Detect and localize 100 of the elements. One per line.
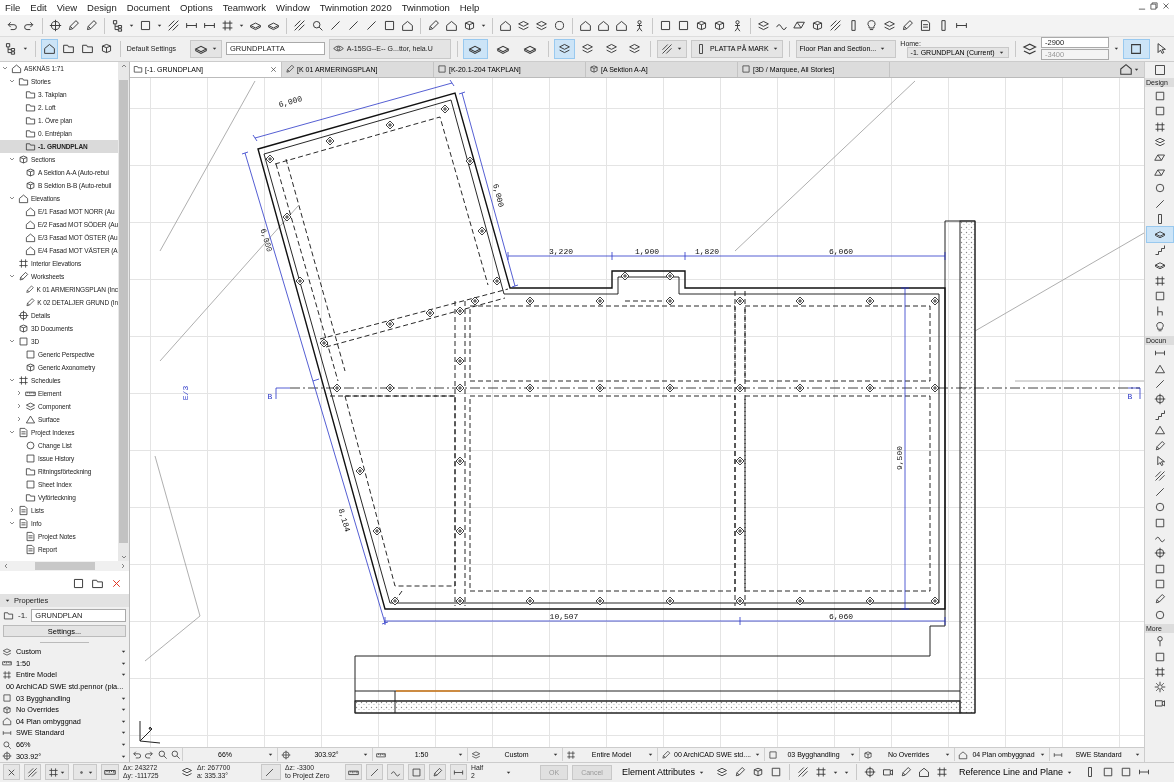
grid-icon[interactable] (814, 766, 827, 779)
cube-icon[interactable] (695, 19, 708, 32)
slab-icon[interactable] (249, 19, 262, 32)
cube-icon[interactable] (751, 766, 764, 779)
grid-icon[interactable] (1153, 120, 1166, 133)
house-icon[interactable] (1119, 62, 1133, 77)
caret-icon[interactable] (480, 22, 487, 29)
structure-type-dropdown[interactable] (657, 39, 688, 58)
square-icon[interactable] (1102, 766, 1115, 779)
zoom-icon[interactable] (170, 749, 181, 761)
pencil-icon[interactable] (427, 19, 440, 32)
marquee-icon[interactable] (1153, 63, 1166, 76)
line-icon[interactable] (347, 19, 360, 32)
slab-icon[interactable] (267, 19, 280, 32)
pencil-icon[interactable] (1153, 593, 1166, 606)
grid-icon[interactable] (221, 19, 234, 32)
menu-item[interactable]: Teamwork (217, 0, 272, 15)
shape-dropdown[interactable] (189, 39, 222, 58)
crosshair-icon[interactable] (1153, 547, 1166, 560)
roof-icon[interactable] (793, 19, 806, 32)
menu-item[interactable]: View (51, 0, 83, 15)
hatch-icon[interactable] (829, 19, 842, 32)
square-icon[interactable] (1153, 290, 1166, 303)
triangle-icon[interactable] (1153, 362, 1166, 375)
document-icon[interactable] (919, 19, 932, 32)
house-icon[interactable] (42, 42, 56, 56)
layers-icon[interactable] (557, 42, 571, 56)
line-icon[interactable] (1153, 378, 1166, 390)
slab-icon[interactable] (1153, 259, 1166, 272)
pencil-icon[interactable] (85, 19, 98, 32)
house-icon[interactable] (445, 19, 458, 32)
menu-item[interactable]: Document (121, 0, 175, 15)
layers-icon[interactable] (581, 42, 595, 56)
layers-icon[interactable] (517, 19, 530, 32)
sun-icon[interactable] (1153, 681, 1166, 694)
hatch-icon[interactable] (293, 19, 306, 32)
pencil-icon[interactable] (432, 766, 443, 778)
cube-icon[interactable] (463, 19, 476, 32)
hatch-icon[interactable] (796, 766, 809, 779)
house-icon[interactable] (917, 766, 930, 779)
hatch-icon[interactable] (167, 19, 180, 32)
close-icon[interactable] (269, 64, 278, 74)
line-icon[interactable] (1153, 485, 1166, 498)
stairs-icon[interactable] (1153, 243, 1166, 256)
caret-icon[interactable] (156, 22, 163, 29)
lamp-icon[interactable] (1153, 320, 1166, 333)
layers-icon[interactable] (883, 19, 896, 32)
menu-item[interactable]: Design (82, 0, 122, 15)
hatch-icon[interactable] (1153, 470, 1166, 483)
grid-icon[interactable] (1153, 666, 1166, 679)
menu-item[interactable]: Help (454, 0, 485, 15)
tree-icon[interactable] (111, 19, 124, 32)
square-icon[interactable] (411, 766, 422, 778)
square-icon[interactable] (677, 19, 690, 32)
menu-item[interactable]: Options (175, 0, 218, 15)
crosshair-icon[interactable] (49, 19, 62, 32)
square-icon[interactable] (1153, 105, 1166, 118)
menu-item[interactable]: Window (271, 0, 315, 15)
menu-item[interactable]: File (0, 0, 26, 15)
square-icon[interactable] (769, 766, 782, 779)
caret-icon[interactable] (22, 45, 29, 53)
crosshair-icon[interactable] (863, 766, 876, 779)
pencil-icon[interactable] (67, 19, 80, 32)
square-icon[interactable] (659, 19, 672, 32)
grid-icon[interactable] (1153, 274, 1166, 287)
stairs-icon[interactable] (1153, 408, 1166, 421)
layers-icon[interactable] (1153, 136, 1166, 149)
restore-icon[interactable] (1149, 1, 1159, 11)
line-icon[interactable] (365, 19, 378, 32)
square-icon[interactable] (1153, 650, 1166, 663)
house-icon[interactable] (579, 19, 592, 32)
roof-icon[interactable] (1153, 151, 1166, 164)
camera-icon[interactable] (881, 766, 894, 779)
element-attributes-dropdown[interactable]: Element Attributes (615, 766, 711, 779)
zoom-icon[interactable] (157, 749, 168, 761)
layers-icon[interactable] (627, 42, 641, 56)
house-icon[interactable] (597, 19, 610, 32)
grid-icon[interactable] (48, 766, 59, 778)
reference-line-dropdown[interactable]: Reference Line and Plane (952, 766, 1080, 779)
menu-item[interactable]: Twinmotion (396, 0, 455, 15)
zoom-icon[interactable] (311, 19, 324, 32)
pencil-icon[interactable] (733, 766, 746, 779)
undo-icon[interactable] (5, 19, 18, 32)
square-icon[interactable] (1153, 516, 1166, 529)
roof-icon[interactable] (1153, 166, 1166, 179)
square-icon[interactable] (139, 19, 152, 32)
caret-icon[interactable] (1113, 45, 1120, 53)
hatch-icon[interactable] (27, 766, 38, 778)
pointer-icon[interactable] (1154, 42, 1167, 56)
redo-icon[interactable] (23, 19, 36, 32)
cube-icon[interactable] (713, 19, 726, 32)
square-icon[interactable] (1153, 578, 1166, 591)
line-icon[interactable] (329, 19, 342, 32)
pencil-icon[interactable] (1153, 439, 1166, 452)
cube-icon[interactable] (811, 19, 824, 32)
layers-icon[interactable] (535, 19, 548, 32)
house-icon[interactable] (499, 19, 512, 32)
slab-icon[interactable] (1153, 228, 1166, 241)
square-icon[interactable] (383, 19, 396, 32)
layers-icon[interactable] (604, 42, 618, 56)
